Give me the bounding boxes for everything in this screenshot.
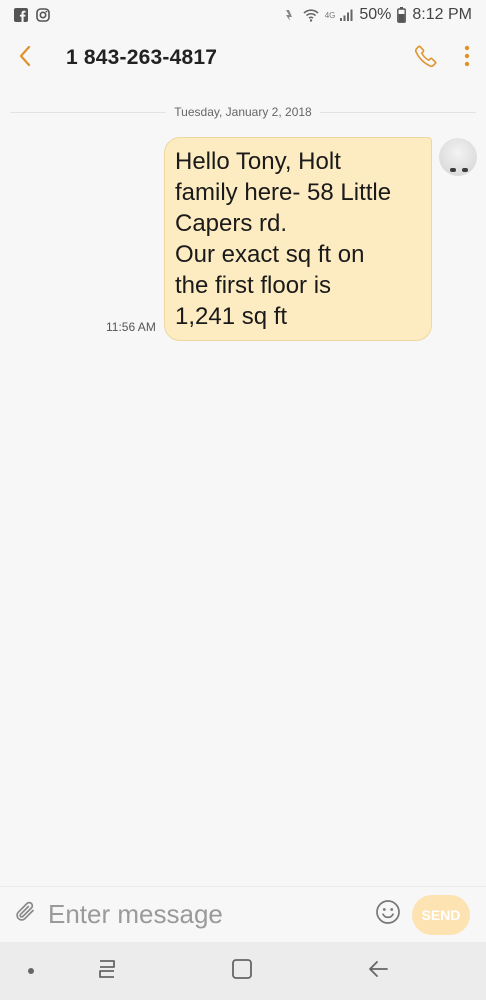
dot-icon [27,962,35,980]
date-divider: Tuesday, January 2, 2018 [10,102,477,122]
message-line: the first floor is [175,272,332,299]
attach-button[interactable] [12,895,40,935]
avatar-detail [450,168,456,172]
facebook-icon [14,8,28,22]
emoji-icon [375,899,401,930]
divider-line-right [319,111,477,113]
signal-icon [339,8,353,22]
instagram-icon [36,8,50,22]
network-type-label: 4G [324,10,336,20]
recent-apps-icon [96,959,118,984]
message-line: family here- 58 Little [175,179,392,206]
contact-avatar[interactable] [439,138,477,176]
battery-icon [397,7,407,23]
message-line: Capers rd. [175,210,288,237]
battery-percent: 50% [359,6,392,23]
recent-apps-button[interactable] [77,942,137,1000]
home-icon [231,958,253,985]
back-button[interactable] [18,38,48,78]
message-line: 1,241 sq ft [175,303,288,330]
paperclip-icon [13,899,39,930]
back-arrow-icon [18,45,32,72]
message-bubble[interactable]: Hello Tony, Holt family here- 58 Little … [164,137,432,341]
contact-title: 1 843-263-4817 [66,46,218,69]
status-right: 4G 50% 8:12 PM [283,6,472,24]
send-button[interactable]: SEND [412,894,470,935]
divider-line-left [10,111,167,113]
more-vert-icon [464,45,470,72]
phone-icon [414,44,438,73]
more-options-button[interactable] [464,38,470,78]
emoji-button[interactable] [374,895,402,935]
message-input[interactable] [48,899,366,930]
status-left [14,8,50,22]
message-line: Hello Tony, Holt [175,148,341,175]
back-icon [367,959,389,984]
navigation-bar [0,942,486,1000]
message-line: Our exact sq ft on [175,241,365,268]
home-button[interactable] [212,942,272,1000]
status-bar: 4G 50% 8:12 PM [0,0,486,30]
wifi-icon [303,8,319,22]
conversation-header: 1 843-263-4817 [0,30,486,86]
avatar-detail [462,168,468,172]
call-button[interactable] [414,38,438,78]
system-back-button[interactable] [348,942,408,1000]
data-saver-icon [283,8,297,22]
message-timestamp: 11:56 AM [106,320,156,334]
nav-dot-button[interactable] [1,942,61,1000]
composer-bar: SEND [0,886,486,942]
date-label: Tuesday, January 2, 2018 [174,105,312,119]
header-actions [414,38,470,78]
clock: 8:12 PM [412,6,472,23]
